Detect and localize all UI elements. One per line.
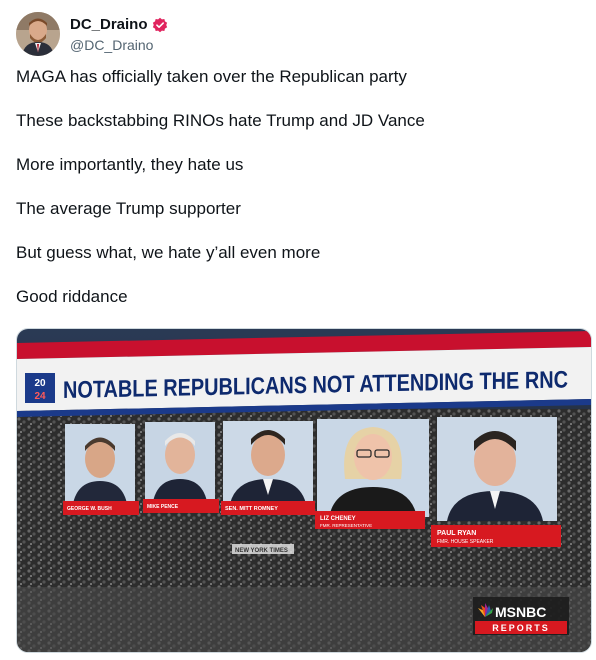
author-handle[interactable]: @DC_Draino [70, 37, 153, 53]
tweet-text: MAGA has officially taken over the Repub… [16, 66, 576, 330]
tweet-line: More importantly, they hate us [16, 155, 244, 174]
portrait-card: SEN. MITT ROMNEY [221, 421, 315, 515]
source-label: NEW YORK TIMES [235, 548, 288, 554]
portrait-card: LIZ CHENEY FMR. REPRESENTATIVE [315, 419, 429, 529]
verified-badge-icon [152, 17, 167, 32]
headline-banner: 20 24 NOTABLE REPUBLICANS NOT ATTENDING … [17, 331, 591, 417]
tweet-line: These backstabbing RINOs hate Trump and … [16, 111, 425, 130]
person-name: LIZ CHENEY [320, 516, 356, 522]
network-name: MSNBC [495, 604, 546, 620]
person-name: SEN. MITT ROMNEY [225, 506, 278, 512]
year-badge: 20 24 [25, 373, 55, 403]
tweet-line: Good riddance [16, 287, 128, 306]
tweet-header: DC_Draino @DC_Draino [16, 12, 576, 56]
person-name: GEORGE W. BUSH [67, 506, 112, 512]
tweet-line: MAGA has officially taken over the Repub… [16, 67, 407, 86]
avatar[interactable] [16, 12, 60, 56]
portrait-card: GEORGE W. BUSH [63, 424, 139, 515]
tweet-media-image[interactable]: 20 24 NOTABLE REPUBLICANS NOT ATTENDING … [16, 328, 592, 653]
tweet-line: The average Trump supporter [16, 199, 241, 218]
network-sub: REPORTS [492, 623, 550, 633]
year-badge-bottom: 24 [34, 391, 46, 402]
tweet-line: But guess what, we hate y’all even more [16, 243, 321, 262]
portrait-card: PAUL RYAN FMR. HOUSE SPEAKER [431, 417, 561, 547]
person-title: FMR. HOUSE SPEAKER [437, 539, 494, 545]
person-name: MIKE PENCE [147, 504, 179, 510]
person-title: FMR. REPRESENTATIVE [320, 523, 372, 528]
author-name[interactable]: DC_Draino [70, 16, 148, 33]
msnbc-logo: MSNBC REPORTS [473, 597, 569, 635]
year-badge-top: 20 [34, 378, 46, 389]
person-name: PAUL RYAN [437, 530, 476, 537]
portrait-card: MIKE PENCE [143, 422, 219, 513]
